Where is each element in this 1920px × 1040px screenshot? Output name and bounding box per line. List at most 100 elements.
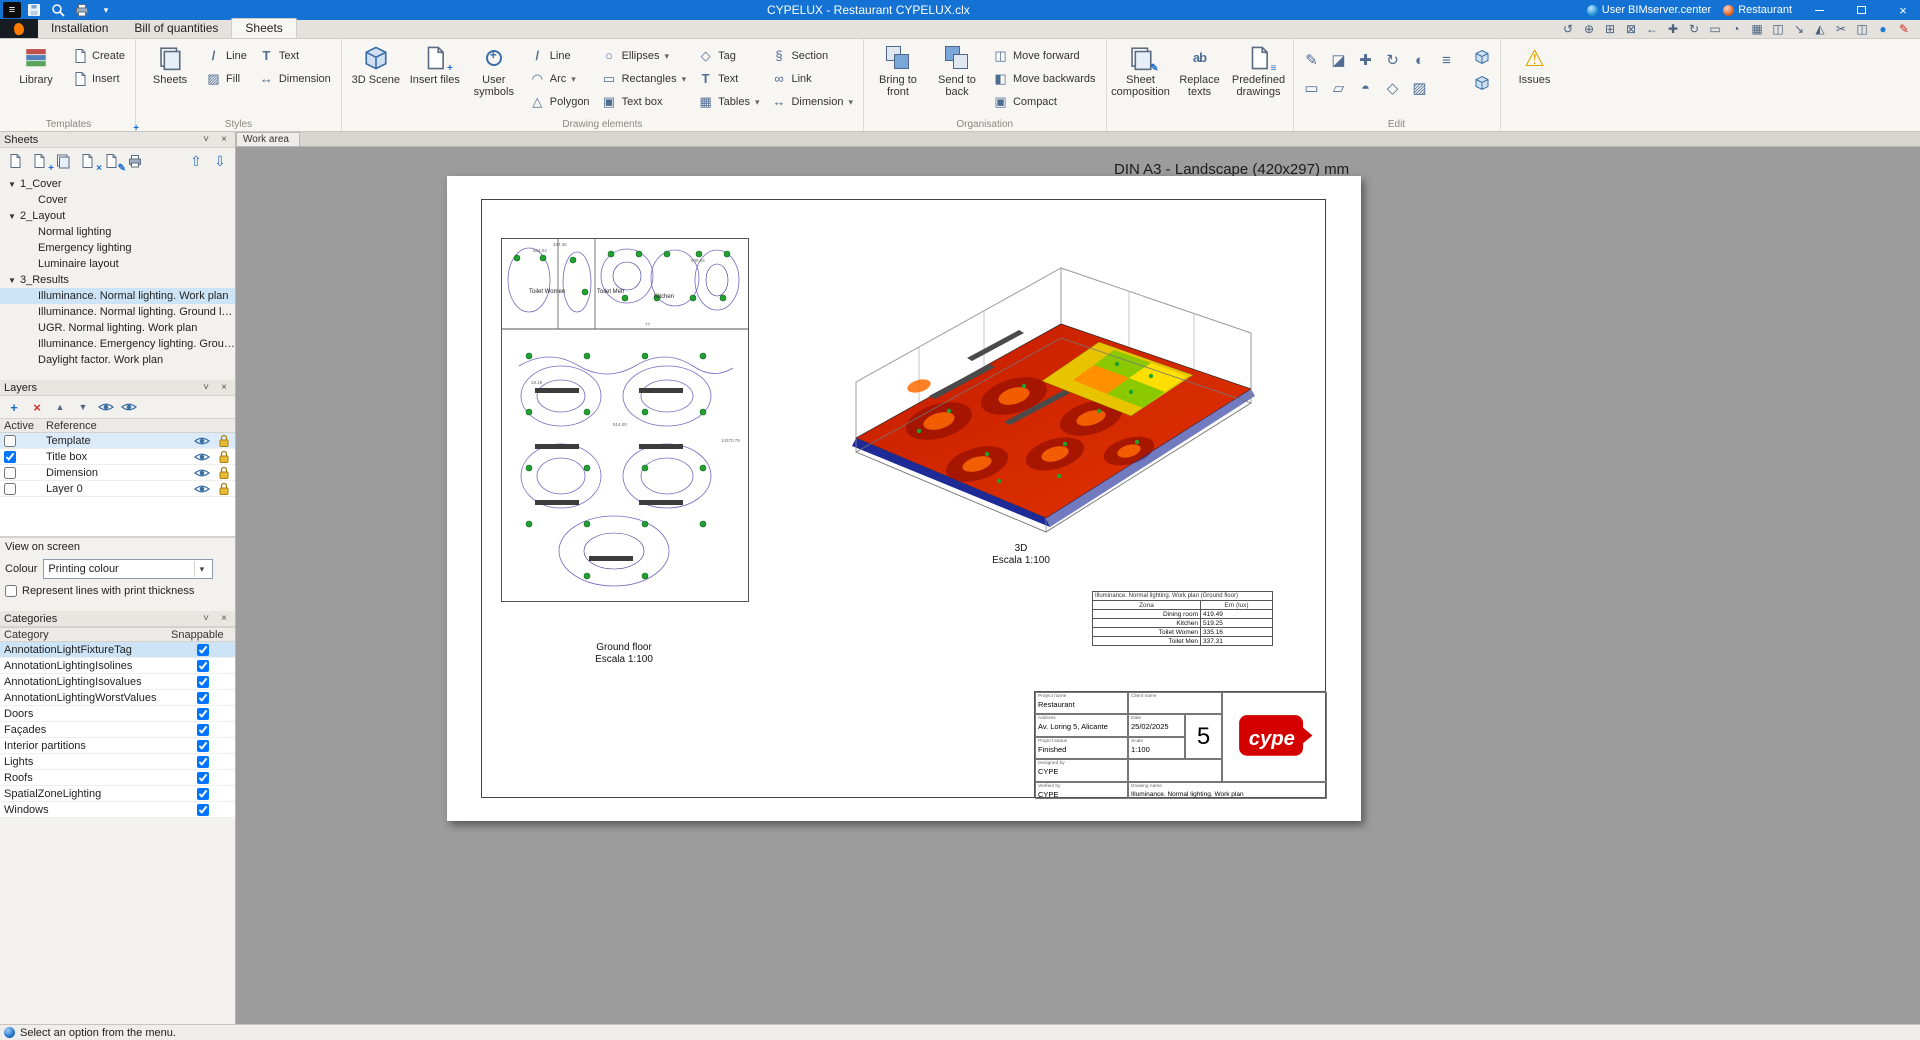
pencil-edit-icon[interactable]: ✎ (1300, 48, 1324, 72)
sheet-tree-item[interactable]: Daylight factor. Work plan (0, 352, 235, 368)
tables-button[interactable]: Tables (693, 91, 763, 112)
close-button[interactable]: × (1888, 0, 1918, 20)
categories-panel-close-icon[interactable]: × (217, 613, 231, 625)
cut-icon[interactable]: ✂ (1831, 20, 1851, 37)
layer-row[interactable]: Layer 0 (0, 481, 235, 497)
move-sheet-up-button[interactable]: ⇧ (185, 151, 207, 171)
line-style-button[interactable]: Line (201, 45, 251, 66)
sheets-style-button[interactable]: Sheets (142, 42, 198, 88)
copy-icon[interactable]: ◪ (1327, 48, 1351, 72)
maximize-button[interactable] (1846, 0, 1876, 20)
hatch-icon[interactable]: ▨ (1408, 76, 1432, 100)
sheet-tree-item[interactable]: UGR. Normal lighting. Work plan (0, 320, 235, 336)
layer-row[interactable]: Title box (0, 449, 235, 465)
print-sheet-button[interactable] (124, 151, 146, 171)
isolate-layer-button[interactable] (119, 398, 139, 416)
bimserver-user[interactable]: User BIMserver.center (1586, 4, 1711, 16)
create-template-button[interactable]: Create (67, 45, 129, 66)
ellipses-button[interactable]: Ellipses (597, 45, 691, 66)
tree-expand-icon[interactable] (8, 180, 20, 189)
layers-panel-close-icon[interactable]: × (217, 382, 231, 394)
rotate-icon[interactable]: ↻ (1381, 48, 1405, 72)
library-button[interactable]: Library (8, 42, 64, 88)
redraw-icon[interactable]: ↻ (1684, 20, 1704, 37)
category-row[interactable]: AnnotationLightingIsolines (0, 658, 235, 674)
move-layer-up-button[interactable]: ▲ (50, 398, 70, 416)
layer-visibility-icon[interactable] (191, 482, 213, 496)
layer-visibility-icon[interactable] (191, 450, 213, 464)
text-button[interactable]: Text (693, 68, 763, 89)
previous-view-icon[interactable]: ← (1642, 20, 1662, 37)
sheet-tree-item[interactable]: Illuminance. Normal lighting. Work plan (0, 288, 235, 304)
tree-expand-icon[interactable] (8, 212, 20, 221)
category-row[interactable]: Interior partitions (0, 738, 235, 754)
category-row[interactable]: AnnotationLightFixtureTag (0, 642, 235, 658)
issues-button[interactable]: Issues (1507, 42, 1563, 88)
sheets-panel-collapse-icon[interactable]: ˅ (199, 134, 213, 146)
categories-panel-collapse-icon[interactable]: ˅ (199, 613, 213, 625)
add-layer-button[interactable]: + (4, 398, 24, 416)
predefined-drawings-button[interactable]: Predefined drawings (1231, 42, 1287, 100)
section-button[interactable]: Section (766, 45, 857, 66)
category-row[interactable]: AnnotationLightingIsovalues (0, 674, 235, 690)
comment-icon[interactable]: ◭ (1810, 20, 1830, 37)
app-menu-icon[interactable] (3, 2, 21, 18)
search-icon[interactable] (47, 2, 69, 18)
layer-row[interactable]: Dimension (0, 465, 235, 481)
world-view-icon[interactable]: ⊕ (1579, 20, 1599, 37)
print-icon[interactable] (71, 2, 93, 18)
layer-lock-icon[interactable] (213, 482, 235, 496)
delete-sheet-button[interactable]: × (76, 151, 102, 174)
zoom-window-icon[interactable]: ⊞ (1600, 20, 1620, 37)
3d-object-cube-icon[interactable] (1470, 71, 1494, 95)
fill-style-button[interactable]: Fill (201, 68, 251, 89)
minimize-button[interactable] (1804, 0, 1834, 20)
insert-template-button[interactable]: Insert (67, 68, 129, 89)
snappable-checkbox[interactable] (197, 691, 209, 704)
move-icon[interactable]: ✚ (1354, 48, 1378, 72)
grid-icon[interactable]: ▦ (1747, 20, 1767, 37)
sheet-composition-button[interactable]: Sheet composition (1111, 42, 1170, 100)
snappable-checkbox[interactable] (197, 643, 209, 656)
layer-row[interactable]: Template (0, 433, 235, 449)
colour-select[interactable]: Printing colour (43, 559, 214, 579)
trim-icon[interactable]: ◓ (1354, 76, 1378, 100)
sheet-tree-item[interactable]: 2_Layout (0, 208, 235, 224)
zoom-extents-icon[interactable]: ⊠ (1621, 20, 1641, 37)
sheet-tree-item[interactable]: Emergency lighting (0, 240, 235, 256)
category-row[interactable]: AnnotationLightingWorstValues (0, 690, 235, 706)
move-sheet-down-button[interactable]: ⇩ (209, 151, 231, 171)
erase-icon[interactable]: ▭ (1300, 76, 1324, 100)
sheet-tree-item[interactable]: Illuminance. Emergency lighting. Groun..… (0, 336, 235, 352)
copy-sheet-button[interactable] (52, 151, 74, 171)
replace-texts-button[interactable]: Replace texts (1172, 42, 1228, 100)
show-all-layers-button[interactable] (96, 398, 116, 416)
snappable-checkbox[interactable] (197, 707, 209, 720)
move-layer-down-button[interactable]: ▼ (73, 398, 93, 416)
category-row[interactable]: Façades (0, 722, 235, 738)
dimension-button[interactable]: Dimension (766, 91, 857, 112)
edit-sheet-button[interactable] (100, 151, 122, 171)
polygon-button[interactable]: Polygon (525, 91, 594, 112)
line-button[interactable]: Line (525, 45, 594, 66)
annotate-pen-icon[interactable]: ✎ (1894, 20, 1914, 37)
layer-visibility-icon[interactable] (191, 434, 213, 448)
work-area-tab[interactable]: Work area (236, 132, 300, 146)
snappable-checkbox[interactable] (197, 739, 209, 752)
arc-button[interactable]: Arc (525, 68, 594, 89)
cype-logo[interactable] (0, 19, 38, 38)
orbit-icon[interactable]: ◔ (1726, 20, 1746, 37)
snappable-checkbox[interactable] (197, 771, 209, 784)
layer-visibility-icon[interactable] (191, 466, 213, 480)
layer-lock-icon[interactable] (213, 434, 235, 448)
3d-view-cube-icon[interactable] (1470, 45, 1494, 69)
layer-active-checkbox[interactable] (4, 450, 16, 463)
vertex-icon[interactable]: ◇ (1381, 76, 1405, 100)
layer-active-checkbox[interactable] (4, 466, 16, 479)
text-style-button[interactable]: Text (254, 45, 335, 66)
textbox-button[interactable]: Text box (597, 91, 691, 112)
tab-sheets[interactable]: Sheets (231, 18, 297, 38)
move-forward-button[interactable]: Move forward (988, 45, 1100, 66)
polyline-edit-icon[interactable]: ▱ (1327, 76, 1351, 100)
user-symbols-button[interactable]: User symbols (466, 42, 522, 100)
